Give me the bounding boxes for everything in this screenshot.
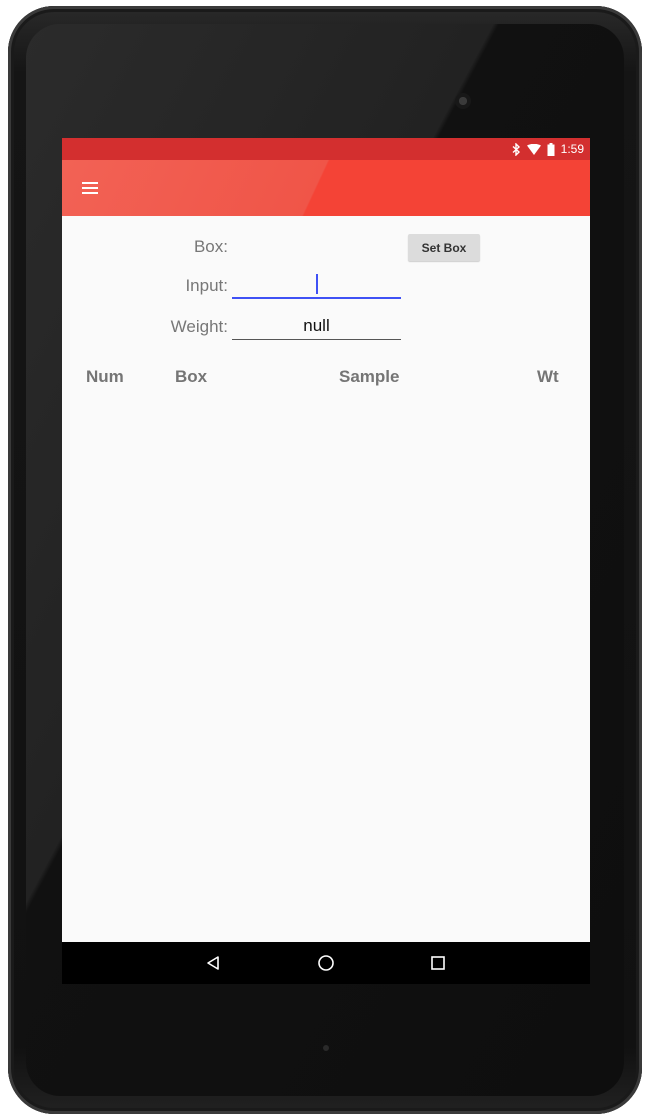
input-label: Input: (185, 276, 228, 295)
screen: 1:59 Box: Set Box Input: Weight: null Nu… (62, 138, 590, 984)
hamburger-menu-icon[interactable] (76, 174, 104, 202)
home-icon[interactable] (316, 953, 336, 973)
text-cursor (316, 274, 318, 294)
column-header-num: Num (86, 367, 124, 386)
navigation-bar (62, 942, 590, 984)
battery-icon (547, 142, 555, 156)
box-label: Box: (193, 237, 228, 256)
status-icons: 1:59 (512, 142, 584, 156)
back-icon[interactable] (203, 953, 223, 973)
column-header-box: Box (175, 367, 208, 386)
set-box-button[interactable]: Set Box (408, 234, 480, 261)
column-header-sample: Sample (339, 367, 400, 386)
front-camera (455, 93, 471, 109)
bluetooth-icon (512, 142, 521, 156)
status-bar: 1:59 (62, 138, 590, 160)
weight-label: Weight: (170, 317, 228, 336)
status-time: 1:59 (560, 142, 584, 156)
recents-icon[interactable] (428, 953, 448, 973)
input-field[interactable] (232, 271, 401, 299)
column-header-wt: Wt (537, 367, 559, 386)
wifi-icon (526, 143, 541, 155)
light-sensor (323, 1045, 329, 1051)
app-bar (62, 160, 590, 216)
weight-field[interactable]: null (232, 313, 401, 340)
